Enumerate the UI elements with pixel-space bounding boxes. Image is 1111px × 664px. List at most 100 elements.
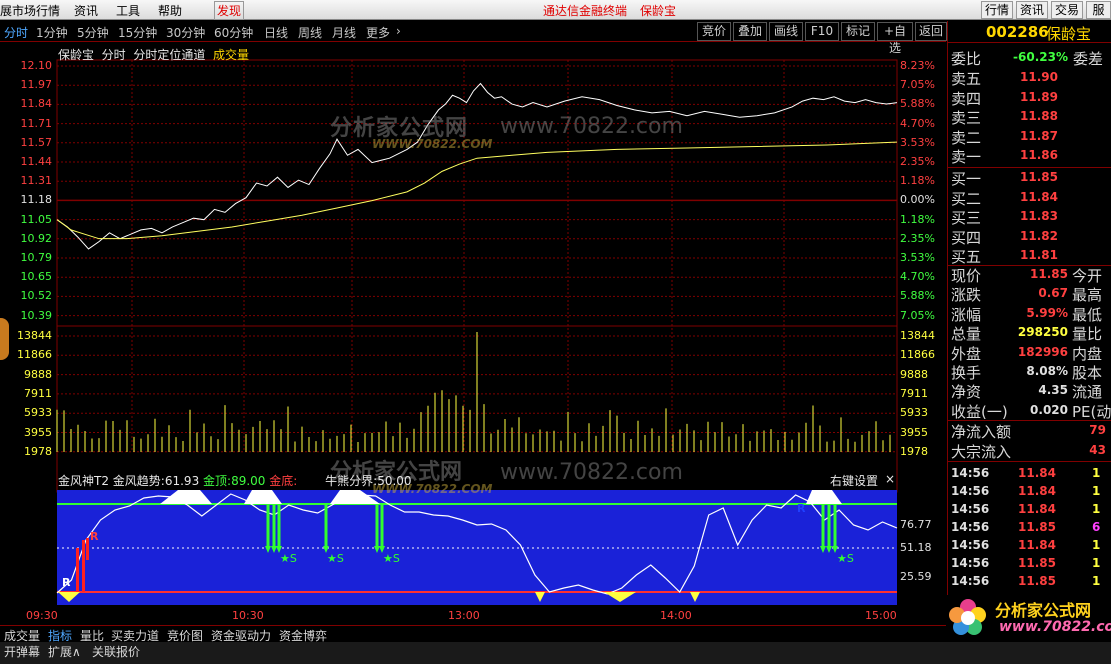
volume-tick-label-right: 11866 <box>900 348 935 362</box>
pct-tick-label: 2.35% <box>900 155 935 168</box>
watermark-url-small: WWW.70822.COM <box>372 137 493 151</box>
period-5min[interactable]: 5分钟 <box>77 24 109 41</box>
overlay-button[interactable]: 叠加 <box>733 22 767 41</box>
stat-value: 11.85 <box>1030 267 1068 281</box>
chart-title: 保龄宝 分时 分时定位通道 成交量 <box>58 46 249 63</box>
tick-price: 11.85 <box>1018 520 1056 534</box>
quote-panel: 002286 保龄宝 委比 -60.23% 委差 卖五 11.90 卖四 11.89 卖… <box>941 21 1111 641</box>
indicator-top-value: 89.00 <box>231 474 266 488</box>
indicator-tick-label: 51.18 <box>900 541 932 554</box>
tick-time: 14:56 <box>951 556 990 570</box>
weicha-label: 委差 <box>1073 50 1104 68</box>
quote-header: 002286 保龄宝 <box>948 21 1111 43</box>
stat-label-2: PE(动 <box>1072 402 1111 421</box>
stat-label: 涨幅 <box>951 305 982 324</box>
watermark-url: www.70822.com <box>500 114 683 139</box>
stat-label-2: 股本 <box>1072 364 1103 382</box>
top-tab-trade[interactable]: 交易 <box>1051 1 1083 19</box>
mark-button[interactable]: 标记 <box>841 22 875 41</box>
indicator-s-mark: ★S <box>383 552 400 565</box>
period-1min[interactable]: 1分钟 <box>36 24 68 41</box>
time-tick-label: 14:00 <box>660 609 692 622</box>
tick-volume: 1 <box>1092 502 1101 516</box>
top-tab-quote[interactable]: 行情 <box>981 1 1013 19</box>
volume-tick-label: 1978 <box>24 444 52 458</box>
sell-level-label: 卖三 <box>951 109 982 127</box>
tick-price: 11.84 <box>1018 466 1056 480</box>
indicator-settings[interactable]: 右键设置 <box>830 472 878 489</box>
intraday-chart[interactable] <box>0 42 946 625</box>
time-tick-label: 09:30 <box>26 609 58 622</box>
indicator-trend-value: 61.93 <box>164 474 200 488</box>
period-60min[interactable]: 60分钟 <box>214 24 253 41</box>
stat-label-2: 内盘 <box>1072 344 1103 363</box>
add-watchlist-button[interactable]: +自选 <box>877 22 913 55</box>
menu-news[interactable]: 资讯 <box>74 2 98 19</box>
price-tick-label: 11.57 <box>20 135 53 149</box>
webi-value: -60.23% <box>1013 50 1068 64</box>
buy-level-price: 11.81 <box>1020 248 1058 262</box>
pct-tick-label: 0.00% <box>900 193 935 207</box>
indicator-tick-label: 76.77 <box>900 518 932 531</box>
stat-label: 现价 <box>951 267 982 285</box>
pct-tick-label: 7.05% <box>900 308 935 322</box>
price-tick-label: 11.05 <box>20 212 53 226</box>
tick-volume: 1 <box>1092 556 1101 570</box>
indicator-r-mark: R <box>90 530 99 543</box>
tick-price: 11.84 <box>1018 538 1056 552</box>
time-tick-label: 10:30 <box>232 609 264 622</box>
indicator-s-mark: ★S <box>327 552 344 565</box>
stat-label: 总量 <box>951 325 982 344</box>
time-tick-label: 13:00 <box>448 609 480 622</box>
top-tab-news[interactable]: 资讯 <box>1016 1 1048 19</box>
sell-level-price: 11.88 <box>1020 109 1058 123</box>
f10-button[interactable]: F10 <box>805 22 839 41</box>
period-month[interactable]: 月线 <box>332 24 356 41</box>
price-tick-label: 11.44 <box>20 155 53 168</box>
price-tick-label: 10.39 <box>20 308 53 322</box>
stat-label: 净资 <box>951 383 982 402</box>
chevron-right-icon[interactable]: › <box>396 24 401 38</box>
indicator-bottom-label: 金底: <box>269 474 298 488</box>
period-intraday[interactable]: 分时 <box>4 24 28 41</box>
menu-discover[interactable]: 发现 <box>214 1 245 20</box>
expand-toggle[interactable]: 扩展∧ <box>48 643 81 660</box>
danmaku-toggle[interactable]: 开弹幕 <box>4 643 40 660</box>
webi-label: 委比 <box>951 50 982 68</box>
draw-button[interactable]: 画线 <box>769 22 803 41</box>
linked-quote-toggle[interactable]: 关联报价 <box>92 643 140 660</box>
buy-level-price: 11.85 <box>1020 170 1058 184</box>
pct-tick-label: 2.35% <box>900 231 935 245</box>
period-more[interactable]: 更多 <box>366 24 390 41</box>
pct-tick-label: 4.70% <box>900 116 935 130</box>
tick-volume: 6 <box>1092 520 1101 534</box>
indicator-trend-label: 金风趋势: <box>112 474 165 488</box>
chart-title-indicator: 分时定位通道 <box>133 48 206 62</box>
indicator-name: 金风神T2 <box>58 474 109 488</box>
menu-market[interactable]: 展市场行情 <box>0 2 60 19</box>
back-button[interactable]: 返回 <box>915 22 947 41</box>
stat-label-2: 今开 <box>1072 267 1103 285</box>
tick-volume: 1 <box>1092 466 1101 480</box>
menu-help[interactable]: 帮助 <box>158 2 182 19</box>
period-15min[interactable]: 15分钟 <box>118 24 157 41</box>
price-tick-label: 10.65 <box>20 270 53 284</box>
period-day[interactable]: 日线 <box>264 24 288 41</box>
pct-tick-label: 3.53% <box>900 135 935 149</box>
pct-tick-label: 7.05% <box>900 78 935 92</box>
tick-price: 11.84 <box>1018 502 1056 516</box>
stat-label: 收益(一) <box>951 402 1008 421</box>
auction-button[interactable]: 竞价 <box>697 22 731 41</box>
menu-tools[interactable]: 工具 <box>116 2 140 19</box>
period-30min[interactable]: 30分钟 <box>166 24 205 41</box>
stat-value: 4.35 <box>1038 383 1068 398</box>
volume-tick-label-right: 5933 <box>900 406 928 420</box>
sell-level-label: 卖一 <box>951 148 982 166</box>
top-tab-service[interactable]: 服 <box>1086 1 1111 19</box>
tick-time: 14:56 <box>951 574 990 588</box>
pct-tick-label: 1.18% <box>900 212 935 226</box>
period-week[interactable]: 周线 <box>298 24 322 41</box>
buy-signal-bar <box>76 548 79 592</box>
close-icon[interactable]: × <box>885 472 895 486</box>
collapse-handle[interactable] <box>0 318 9 360</box>
